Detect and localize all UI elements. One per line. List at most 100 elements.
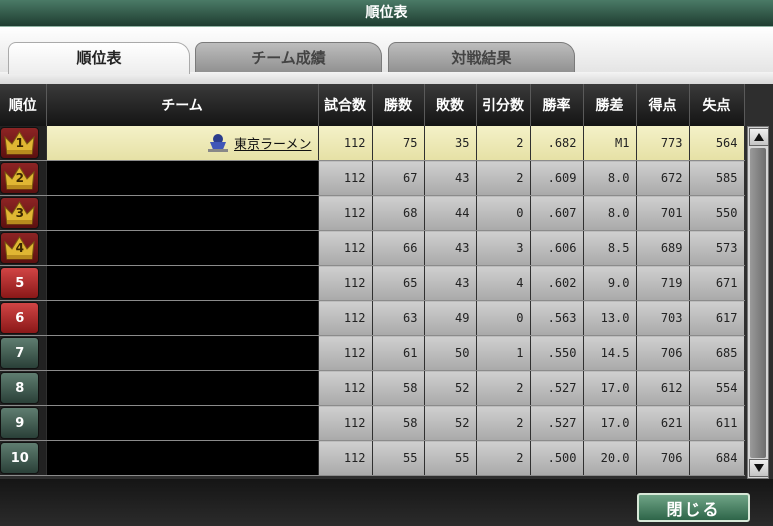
cell-runs: 621 xyxy=(636,405,690,441)
cell-draws: 3 xyxy=(476,230,531,266)
rank-cell: 3 xyxy=(0,195,47,231)
cell-pct: .607 xyxy=(530,195,584,231)
rank-cell: 4 xyxy=(0,230,47,266)
table-row[interactable]: 9 112 58 52 2.527 17.0 621 611 xyxy=(0,405,745,441)
rank-number: 2 xyxy=(15,171,24,185)
rank-cell: 1 xyxy=(0,126,47,161)
rank-badge: 10 xyxy=(0,442,40,474)
rank-number: 5 xyxy=(15,275,25,291)
table-row[interactable]: 5 112 65 43 4.602 9.0 719 671 xyxy=(0,265,745,301)
rank-cell: 6 xyxy=(0,300,47,336)
rank-cell: 5 xyxy=(0,265,47,301)
header-runs[interactable]: 得点 xyxy=(636,84,690,126)
cell-runs: 701 xyxy=(636,195,690,231)
cell-pct: .609 xyxy=(530,160,584,196)
rank-cell: 10 xyxy=(0,440,47,476)
table-scrollbar[interactable] xyxy=(747,126,769,479)
cell-games-behind: 17.0 xyxy=(583,405,637,441)
cell-draws: 0 xyxy=(476,195,531,231)
rank-badge: 4 xyxy=(0,232,40,264)
header-losses[interactable]: 敗数 xyxy=(424,84,477,126)
header-team[interactable]: チーム xyxy=(46,84,319,126)
cell-runs-allowed: 554 xyxy=(689,370,745,406)
team-cell xyxy=(46,370,319,406)
tab-match-results[interactable]: 対戦結果 xyxy=(388,42,575,74)
rank-badge: 2 xyxy=(0,162,40,194)
rank-cell: 2 xyxy=(0,160,47,196)
table-row[interactable]: 6 112 63 49 0.563 13.0 703 617 xyxy=(0,300,745,336)
header-rank[interactable]: 順位 xyxy=(0,84,47,126)
tab-team-stats[interactable]: チーム成績 xyxy=(195,42,382,74)
tab-standings[interactable]: 順位表 xyxy=(8,42,190,74)
team-name-link[interactable]: 東京ラーメン xyxy=(234,138,311,153)
cell-draws: 4 xyxy=(476,265,531,301)
arrow-up-icon xyxy=(754,133,764,141)
header-row: 順位 チーム 試合数 勝数 敗数 引分数 勝率 勝差 得点 失点 xyxy=(0,84,745,126)
header-games-behind[interactable]: 勝差 xyxy=(583,84,637,126)
header-runs-allowed[interactable]: 失点 xyxy=(689,84,745,126)
table-row[interactable]: 1 東京ラーメン 112 75 35 2.682 M1 773 564 xyxy=(0,126,745,161)
rank-number: 6 xyxy=(15,310,25,326)
cell-games: 112 xyxy=(318,265,373,301)
team-logo-icon xyxy=(208,134,229,152)
cell-pct: .563 xyxy=(530,300,584,336)
rank-badge: 7 xyxy=(0,337,40,369)
cell-losses: 43 xyxy=(424,160,477,196)
header-games[interactable]: 試合数 xyxy=(318,84,373,126)
header-wins[interactable]: 勝数 xyxy=(372,84,425,126)
cell-games: 112 xyxy=(318,126,373,161)
scroll-thumb[interactable] xyxy=(750,148,766,458)
team-cell xyxy=(46,405,319,441)
table-row[interactable]: 4 112 66 43 3.606 8.5 689 573 xyxy=(0,230,745,266)
cell-runs-allowed: 685 xyxy=(689,335,745,371)
tab-strip: 順位表 チーム成績 対戦結果 xyxy=(0,27,773,74)
cell-games-behind: M1 xyxy=(583,126,637,161)
close-button[interactable]: 閉じる xyxy=(637,493,750,522)
rank-number: 7 xyxy=(15,345,25,361)
cell-pct: .550 xyxy=(530,335,584,371)
cell-games-behind: 9.0 xyxy=(583,265,637,301)
window-title: 順位表 xyxy=(0,0,773,27)
header-pct[interactable]: 勝率 xyxy=(530,84,584,126)
rank-badge: 5 xyxy=(0,267,40,299)
cell-draws: 2 xyxy=(476,440,531,476)
cell-games-behind: 14.5 xyxy=(583,335,637,371)
cell-games: 112 xyxy=(318,160,373,196)
rank-number: 9 xyxy=(15,415,25,431)
cell-games-behind: 20.0 xyxy=(583,440,637,476)
rank-cell: 7 xyxy=(0,335,47,371)
table-row[interactable]: 8 112 58 52 2.527 17.0 612 554 xyxy=(0,370,745,406)
table-row[interactable]: 3 112 68 44 0.607 8.0 701 550 xyxy=(0,195,745,231)
cell-draws: 2 xyxy=(476,405,531,441)
cell-runs-allowed: 550 xyxy=(689,195,745,231)
table-row[interactable]: 10 112 55 55 2.500 20.0 706 684 xyxy=(0,440,745,476)
cell-runs: 773 xyxy=(636,126,690,161)
cell-runs-allowed: 573 xyxy=(689,230,745,266)
cell-wins: 61 xyxy=(372,335,425,371)
cell-wins: 63 xyxy=(372,300,425,336)
cell-games-behind: 8.0 xyxy=(583,195,637,231)
cell-pct: .527 xyxy=(530,405,584,441)
cell-pct: .606 xyxy=(530,230,584,266)
table-row[interactable]: 2 112 67 43 2.609 8.0 672 585 xyxy=(0,160,745,196)
cell-runs-allowed: 617 xyxy=(689,300,745,336)
cell-wins: 65 xyxy=(372,265,425,301)
cell-runs: 689 xyxy=(636,230,690,266)
scroll-down-button[interactable] xyxy=(749,459,769,477)
cell-losses: 44 xyxy=(424,195,477,231)
team-cell xyxy=(46,195,319,231)
cell-pct: .682 xyxy=(530,126,584,161)
cell-runs: 672 xyxy=(636,160,690,196)
cell-games-behind: 8.0 xyxy=(583,160,637,196)
cell-runs-allowed: 671 xyxy=(689,265,745,301)
team-cell xyxy=(46,335,319,371)
team-cell xyxy=(46,160,319,196)
cell-games: 112 xyxy=(318,300,373,336)
scroll-up-button[interactable] xyxy=(749,128,769,146)
rank-number: 8 xyxy=(15,380,25,396)
cell-games: 112 xyxy=(318,405,373,441)
table-row[interactable]: 7 112 61 50 1.550 14.5 706 685 xyxy=(0,335,745,371)
cell-wins: 58 xyxy=(372,405,425,441)
cell-draws: 2 xyxy=(476,160,531,196)
header-draws[interactable]: 引分数 xyxy=(476,84,531,126)
